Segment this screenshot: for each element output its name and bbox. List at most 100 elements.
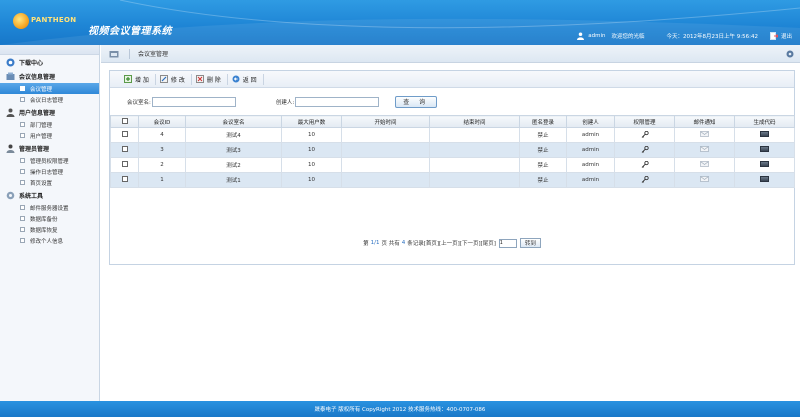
sidebar-item-label: 部门管理 [30, 122, 53, 129]
logout-icon[interactable] [769, 32, 778, 40]
breadcrumb-bar: 会议室管理 [101, 45, 800, 63]
sidebar-item-edit-profile[interactable]: 修改个人信息 [0, 235, 99, 246]
sidebar-item-db-restore[interactable]: 数据库恢复 [0, 224, 99, 235]
edit-icon [159, 75, 168, 83]
sidebar-item-label: 会议日志管理 [30, 97, 64, 104]
back-button[interactable]: 返 回 [228, 73, 264, 85]
creator: admin [566, 142, 615, 158]
mail-icon[interactable] [700, 176, 709, 182]
home-icon[interactable] [109, 50, 119, 58]
key-icon[interactable] [641, 175, 649, 183]
meeting-id: 2 [138, 157, 186, 173]
max-users: 10 [281, 127, 342, 143]
admin-icon [6, 144, 15, 153]
generate-code-icon[interactable] [760, 176, 769, 182]
anonymous-login: 禁止 [519, 157, 567, 173]
row-checkbox[interactable] [121, 161, 128, 167]
logo-brand: PANTHEON [31, 16, 77, 24]
row-select-cell [110, 172, 139, 188]
select-all-cell [110, 115, 139, 128]
sidebar-item-db-backup[interactable]: 数据库备份 [0, 213, 99, 224]
sidebar-item-admin-permission[interactable]: 管理员权限管理 [0, 155, 99, 166]
sidebar-section-label: 用户信息管理 [19, 109, 56, 117]
item-bullet-icon [20, 133, 25, 138]
sidebar-section-users[interactable]: 用户信息管理 [0, 105, 99, 119]
item-bullet-icon [20, 216, 25, 221]
key-icon[interactable] [641, 130, 649, 138]
column-header[interactable]: 结束时间 [429, 115, 520, 128]
sidebar-section-label: 下载中心 [19, 59, 44, 67]
column-header[interactable]: 开始时间 [341, 115, 430, 128]
sidebar-item-home-settings[interactable]: 首页设置 [0, 177, 99, 188]
pager-prev-link[interactable]: [上一页] [439, 239, 460, 247]
sidebar-item-department[interactable]: 部门管理 [0, 119, 99, 130]
add-button[interactable]: 增 加 [120, 73, 156, 85]
pager-next-link[interactable]: [下一页] [460, 239, 481, 247]
generate-code-icon[interactable] [760, 161, 769, 167]
sidebar-item-user-manage[interactable]: 用户管理 [0, 130, 99, 141]
logout-link[interactable]: 退出 [781, 32, 792, 40]
mail-icon[interactable] [700, 146, 709, 152]
pager-mid: 页 共有 [381, 241, 400, 247]
query-button[interactable]: 查 询 [395, 95, 438, 108]
sidebar-item-label: 操作日志管理 [30, 169, 64, 176]
room-name: 测试3 [185, 142, 282, 158]
pager-last-link[interactable]: [尾页] [481, 239, 496, 247]
delete-button[interactable]: 删 除 [192, 73, 228, 85]
column-header[interactable]: 创建人 [566, 115, 615, 128]
sidebar-item-operation-log[interactable]: 操作日志管理 [0, 166, 99, 177]
column-header[interactable]: 邮件通知 [674, 115, 735, 128]
item-bullet-icon [20, 86, 25, 91]
code-cell [734, 157, 795, 173]
sidebar-section-meeting[interactable]: 会议信息管理 [0, 69, 99, 83]
sidebar-item-label: 管理员权限管理 [30, 158, 69, 165]
table-row[interactable]: 3 测试3 10 禁止 admin [110, 142, 795, 158]
pager-first-link[interactable]: [首页] [424, 239, 439, 247]
creator-input[interactable] [295, 96, 380, 107]
sidebar: 下载中心 会议信息管理 会议管理 会议日志管理 用户信息管理 部门管理 用户管理… [0, 45, 100, 401]
sidebar-section-download[interactable]: 下载中心 [0, 55, 99, 69]
sidebar-item-mail-server[interactable]: 邮件服务器设置 [0, 202, 99, 213]
column-header[interactable]: 生成代码 [734, 115, 795, 128]
max-users: 10 [281, 157, 342, 173]
row-checkbox[interactable] [121, 176, 128, 182]
delete-icon [195, 75, 204, 83]
row-checkbox[interactable] [121, 146, 128, 152]
key-icon[interactable] [641, 145, 649, 153]
mail-icon[interactable] [700, 131, 709, 137]
pager-page-input[interactable] [498, 238, 517, 248]
column-header[interactable]: 会议室名 [185, 115, 282, 128]
meeting-panel: 增 加 修 改 删 除 返 回 会议室名: 创建人: 查 询 会议ID 会议室名… [109, 70, 795, 265]
email-cell [674, 172, 735, 188]
current-date: 今天：2012年8月23日上午 9:56:42 [666, 34, 758, 40]
sidebar-section-tools[interactable]: 系统工具 [0, 188, 99, 202]
table-row[interactable]: 4 测试4 10 禁止 admin [110, 127, 795, 143]
settings-gear-icon[interactable] [786, 50, 794, 58]
column-header[interactable]: 权限管理 [614, 115, 675, 128]
sidebar-section-admin[interactable]: 管理员管理 [0, 141, 99, 155]
room-name-input[interactable] [151, 96, 236, 107]
generate-code-icon[interactable] [760, 131, 769, 137]
row-checkbox[interactable] [121, 131, 128, 137]
column-header[interactable]: 会议ID [138, 115, 186, 128]
table-header-row: 会议ID 会议室名 最大用户数 开始时间 结束时间 匿名登录 创建人 权限管理 … [110, 115, 795, 128]
column-header[interactable]: 匿名登录 [519, 115, 567, 128]
sidebar-item-label: 邮件服务器设置 [30, 205, 69, 212]
tools-icon [6, 191, 15, 199]
sidebar-item-meeting-manage[interactable]: 会议管理 [0, 83, 99, 94]
table-row[interactable]: 2 测试2 10 禁止 admin [110, 157, 795, 173]
code-cell [734, 172, 795, 188]
column-header[interactable]: 最大用户数 [281, 115, 342, 128]
permission-cell [614, 172, 675, 188]
key-icon[interactable] [641, 160, 649, 168]
meeting-id: 4 [138, 127, 186, 143]
table-row[interactable]: 1 测试1 10 禁止 admin [110, 172, 795, 188]
item-bullet-icon [20, 227, 25, 232]
mail-icon[interactable] [700, 161, 709, 167]
sidebar-item-meeting-log[interactable]: 会议日志管理 [0, 94, 99, 105]
select-all-checkbox[interactable] [121, 117, 128, 124]
header-user-area: admin 欢迎您的光临 今天：2012年8月23日上午 9:56:42 退出 [577, 31, 792, 41]
pager-go-button[interactable]: 转到 [519, 238, 541, 248]
generate-code-icon[interactable] [760, 146, 769, 152]
edit-button[interactable]: 修 改 [156, 73, 192, 85]
